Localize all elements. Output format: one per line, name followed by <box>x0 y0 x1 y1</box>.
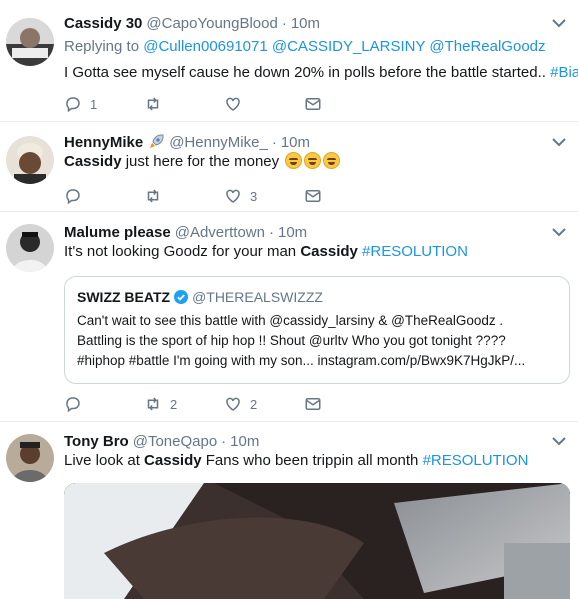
quoted-display-name: SWIZZ BEATZ <box>77 289 171 305</box>
retweet-icon <box>147 189 159 203</box>
hashtag-link[interactable]: #Bias <box>550 64 578 81</box>
quoted-text-line: Battling is the sport of hip hop !! Shou… <box>77 333 506 348</box>
retweet-icon <box>147 97 159 111</box>
like-icon <box>226 397 240 411</box>
retweet-icon <box>147 397 159 411</box>
tweet-cassidy30[interactable]: Cassidy 30 @CapoYoungBlood · 10m Replyin… <box>0 0 578 122</box>
display-name[interactable]: HennyMike <box>64 134 143 151</box>
hashtag-link[interactable]: #RESOLUTION <box>423 452 529 469</box>
retweet-button[interactable] <box>144 186 170 206</box>
verified-badge-icon <box>174 290 189 304</box>
dm-button[interactable] <box>304 186 322 206</box>
reply-icon <box>66 189 80 205</box>
retweet-button[interactable] <box>144 94 170 114</box>
reply-count: 1 <box>90 96 98 112</box>
tweet-text: Cassidy just here for the money <box>64 152 341 172</box>
bold-keyword: Cassidy <box>64 153 122 170</box>
tweet-hennymike[interactable]: HennyMike @HennyMike_ · 10m Cassidy just… <box>0 122 578 212</box>
tweet-header: Malume please @Adverttown · 10m <box>64 222 307 242</box>
timestamp[interactable]: 10m <box>230 433 259 450</box>
timestamp[interactable]: 10m <box>291 15 320 32</box>
like-button[interactable] <box>224 94 250 114</box>
action-bar: 2 2 <box>64 394 364 414</box>
laughing-emoji-icon <box>323 152 341 169</box>
chevron-down-icon[interactable] <box>552 436 566 446</box>
reply-icon <box>66 97 80 113</box>
like-icon <box>226 189 240 203</box>
avatar[interactable] <box>6 136 54 184</box>
user-handle[interactable]: @Adverttown <box>175 224 265 241</box>
timeline-feed: Cassidy 30 @CapoYoungBlood · 10m Replyin… <box>0 0 578 599</box>
reply-button[interactable] <box>64 186 90 206</box>
dm-button[interactable] <box>304 94 322 114</box>
chevron-down-icon[interactable] <box>552 227 566 237</box>
quoted-user-handle: @THEREALSWIZZZ <box>192 289 323 305</box>
like-icon <box>226 97 240 111</box>
display-name[interactable]: Tony Bro <box>64 433 129 450</box>
retweet-button[interactable]: 2 <box>144 394 177 414</box>
user-handle[interactable]: @HennyMike_ <box>169 134 268 151</box>
tweet-body: I Gotta see myself cause he down 20% in … <box>64 64 546 81</box>
hashtag-link[interactable]: #RESOLUTION <box>362 243 468 260</box>
tweet-text: I Gotta see myself cause he down 20% in … <box>64 63 578 83</box>
tweet-text: It's not looking Goodz for your man Cass… <box>64 242 468 262</box>
like-button[interactable]: 2 <box>224 394 257 414</box>
laughing-emoji-icon <box>285 152 303 169</box>
timestamp[interactable]: 10m <box>281 134 310 151</box>
tweet-body: It's not looking Goodz for your man <box>64 243 301 260</box>
reply-context: Replying to @Cullen00691071 @CASSIDY_LAR… <box>64 37 546 57</box>
tweet-header: Tony Bro @ToneQapo · 10m <box>64 431 259 451</box>
chevron-down-icon[interactable] <box>552 18 566 28</box>
dm-icon <box>305 190 321 202</box>
dm-button[interactable] <box>304 394 322 414</box>
like-count: 2 <box>250 396 258 412</box>
laughing-emoji-icon <box>304 152 322 169</box>
tweet-header: HennyMike @HennyMike_ · 10m <box>64 132 310 152</box>
avatar[interactable] <box>6 434 54 482</box>
separator-dot: · <box>268 223 274 241</box>
separator-dot: · <box>221 432 227 450</box>
tweet-body: Live look at <box>64 452 145 469</box>
action-bar: 1 <box>64 94 364 114</box>
quoted-text-line: #hiphop #battle I'm going with my son...… <box>77 353 526 368</box>
dm-icon <box>305 398 321 410</box>
tweet-media-image[interactable] <box>64 483 570 599</box>
separator-dot: · <box>271 133 277 151</box>
display-name[interactable]: Cassidy 30 <box>64 15 142 32</box>
tweet-header: Cassidy 30 @CapoYoungBlood · 10m <box>64 13 320 33</box>
like-button[interactable]: 3 <box>224 186 257 206</box>
like-count: 3 <box>250 188 258 204</box>
tweet-body: just here for the money <box>121 153 280 170</box>
avatar[interactable] <box>6 224 54 272</box>
reply-button[interactable]: 1 <box>64 94 97 114</box>
quoted-text-line: Can't wait to see this battle with @cass… <box>77 313 504 328</box>
tweet-text: Live look at Cassidy Fans who been tripp… <box>64 451 528 471</box>
reply-button[interactable] <box>64 394 90 414</box>
retweet-count: 2 <box>170 396 178 412</box>
chevron-down-icon[interactable] <box>552 137 566 147</box>
separator-dot: · <box>281 14 287 32</box>
replying-to-label: Replying to <box>64 38 140 55</box>
dm-icon <box>305 98 321 110</box>
quoted-tweet-header: SWIZZ BEATZ @THEREALSWIZZZ <box>77 289 323 305</box>
rocket-emoji-icon <box>150 134 164 148</box>
timestamp[interactable]: 10m <box>278 224 307 241</box>
reply-icon <box>66 397 80 413</box>
action-bar: 3 <box>64 186 364 206</box>
quoted-tweet[interactable]: SWIZZ BEATZ @THEREALSWIZZZ Can't wait to… <box>64 276 570 384</box>
bold-keyword: Cassidy <box>300 243 358 260</box>
reply-to-mentions[interactable]: @Cullen00691071 @CASSIDY_LARSINY @TheRea… <box>143 38 545 55</box>
user-handle[interactable]: @ToneQapo <box>133 433 217 450</box>
display-name[interactable]: Malume please <box>64 224 171 241</box>
avatar[interactable] <box>6 18 54 66</box>
bold-keyword: Cassidy <box>144 452 202 469</box>
user-handle[interactable]: @CapoYoungBlood <box>146 15 277 32</box>
tweet-body-end: Fans who been trippin all month <box>201 452 419 469</box>
